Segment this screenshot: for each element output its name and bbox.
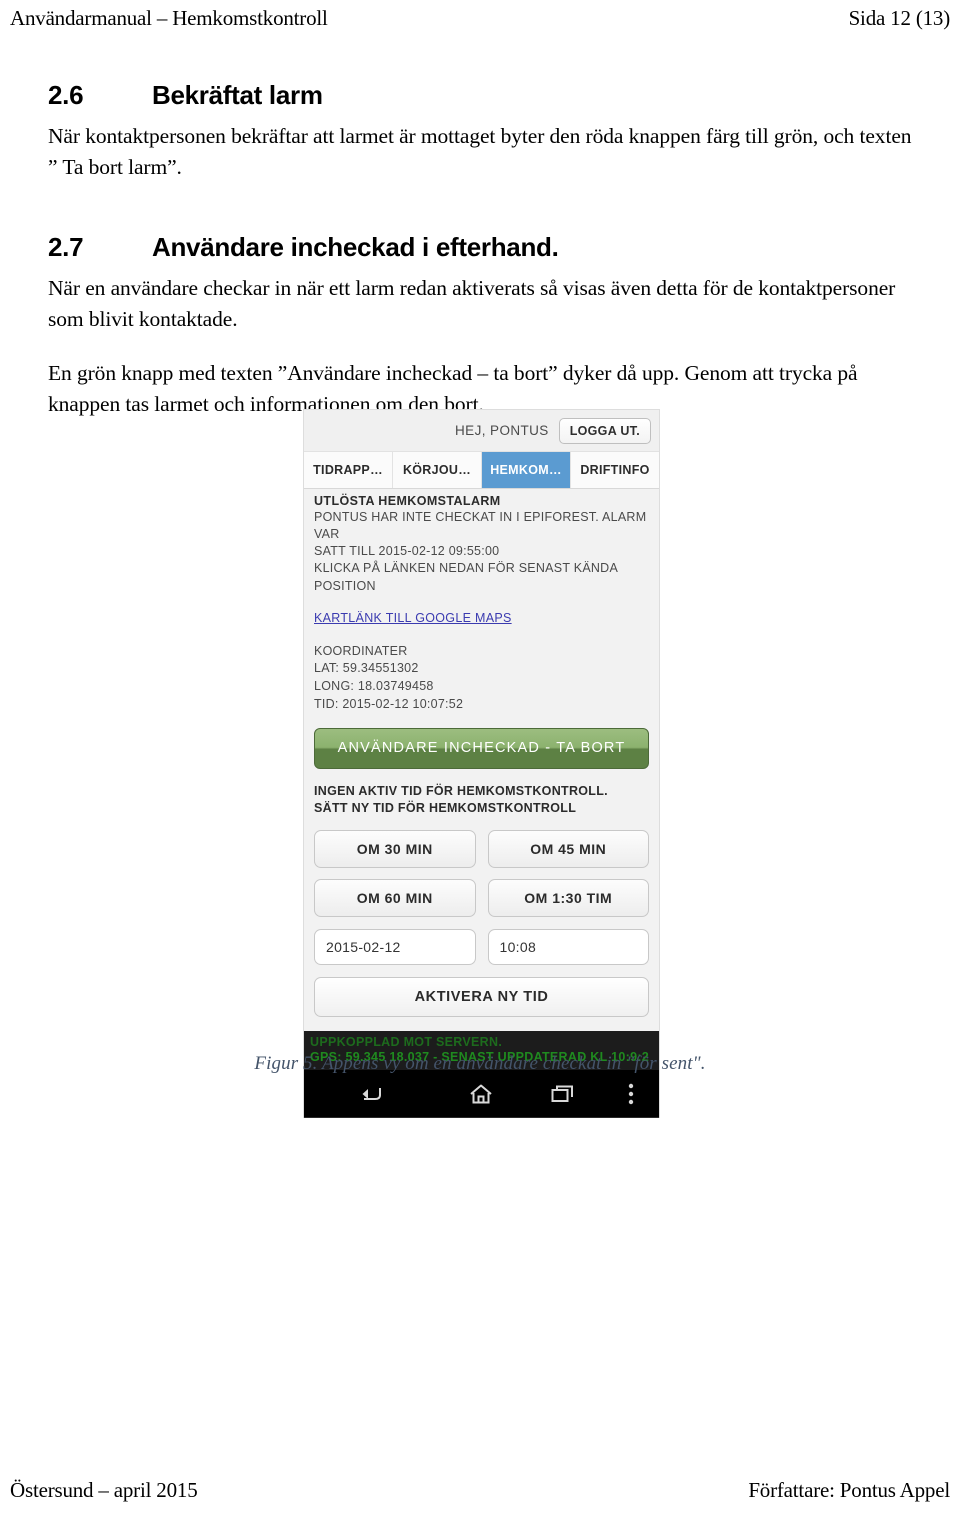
- header-page-number: Sida 12 (13): [848, 6, 951, 30]
- overflow-menu-icon: [628, 1083, 634, 1105]
- preset-90-min-button[interactable]: OM 1:30 TIM: [487, 878, 649, 917]
- footer-place-date: Östersund – april 2015: [10, 1478, 198, 1502]
- coordinates-block: KOORDINATER LAT: 59.34551302 LONG: 18.03…: [314, 643, 649, 714]
- nav-home-button[interactable]: [439, 1083, 524, 1105]
- app-screenshot: HEJ, PONTUS LOGGA UT. TIDRAPP… KÖRJOU… H…: [303, 409, 660, 1119]
- home-icon: [469, 1083, 493, 1105]
- content-bottom-spacer: [314, 1017, 649, 1031]
- preset-30-min-button[interactable]: OM 30 MIN: [314, 829, 476, 868]
- google-maps-link[interactable]: KARTLÄNK TILL GOOGLE MAPS: [314, 611, 512, 625]
- tab-tidrapportering[interactable]: TIDRAPP…: [304, 452, 393, 488]
- section-number: 2.7: [48, 232, 84, 263]
- coordinates-title: KOORDINATER: [314, 643, 408, 658]
- tab-hemkomstkontroll[interactable]: HEMKOM…: [482, 452, 571, 488]
- document-body: 2.6 Bekräftat larm När kontaktpersonen b…: [48, 80, 918, 427]
- no-active-time-notice: INGEN AKTIV TID FÖR HEMKOMSTKONTROLL. SÄ…: [314, 783, 649, 818]
- coordinate-timestamp: TID: 2015-02-12 10:07:52: [314, 696, 464, 711]
- app-content: UTLÖSTA HEMKOMSTALARM PONTUS HAR INTE CH…: [304, 489, 659, 1031]
- back-icon: [358, 1084, 384, 1104]
- document-footer: Östersund – april 2015 Författare: Pontu…: [10, 1478, 950, 1503]
- section-heading-2-7: 2.7 Användare incheckad i efterhand.: [48, 232, 918, 263]
- alarm-text-line-3: KLICKA PÅ LÄNKEN NEDAN FÖR SENAST KÄNDA …: [314, 561, 618, 593]
- section-2-7-paragraph-1: När en användare checkar in när ett larm…: [48, 276, 896, 331]
- nav-back-button[interactable]: [304, 1084, 439, 1104]
- preset-60-min-button[interactable]: OM 60 MIN: [314, 878, 476, 917]
- greeting-label: HEJ, PONTUS: [455, 423, 549, 438]
- tab-korjournal[interactable]: KÖRJOU…: [393, 452, 482, 488]
- section-number: 2.6: [48, 80, 84, 110]
- alarm-section-title: UTLÖSTA HEMKOMSTALARM: [314, 494, 501, 508]
- notice-line-1: INGEN AKTIV TID FÖR HEMKOMSTKONTROLL.: [314, 783, 608, 798]
- android-nav-bar: [304, 1070, 659, 1119]
- section-2-6-paragraph-1: När kontaktpersonen bekräftar att larmet…: [48, 124, 912, 179]
- activate-new-time-button[interactable]: AKTIVERA NY TID: [314, 976, 649, 1017]
- figure-screenshot: HEJ, PONTUS LOGGA UT. TIDRAPP… KÖRJOU… H…: [303, 409, 660, 1119]
- logout-button[interactable]: LOGGA UT.: [558, 417, 651, 444]
- section-title: Bekräftat larm: [152, 80, 323, 110]
- notice-line-2: SÄTT NY TID FÖR HEMKOMSTKONTROLL: [314, 801, 577, 816]
- nav-recent-apps-button[interactable]: [524, 1084, 602, 1104]
- document-header: Användarmanual – Hemkomstkontroll Sida 1…: [10, 6, 950, 31]
- remove-checkin-button[interactable]: ANVÄNDARE INCHECKAD - TA BORT: [314, 727, 649, 769]
- coordinate-latitude: LAT: 59.34551302: [314, 661, 419, 676]
- section-title: Användare incheckad i efterhand.: [152, 232, 559, 263]
- tab-driftinfo[interactable]: DRIFTINFO: [571, 452, 659, 488]
- nav-overflow-button[interactable]: [602, 1083, 659, 1105]
- app-top-bar: HEJ, PONTUS LOGGA UT.: [304, 410, 659, 452]
- datetime-field-row: 2015-02-12 10:08: [314, 928, 649, 965]
- time-input[interactable]: 10:08: [487, 928, 649, 965]
- header-title: Användarmanual – Hemkomstkontroll: [10, 6, 328, 30]
- figure-caption: Figur 5. Appens vy om en användare check…: [254, 1053, 706, 1074]
- document-page: Användarmanual – Hemkomstkontroll Sida 1…: [0, 0, 960, 1519]
- section-heading-2-6: 2.6 Bekräftat larm: [48, 80, 918, 111]
- date-input[interactable]: 2015-02-12: [314, 928, 476, 965]
- coordinate-longitude: LONG: 18.03749458: [314, 679, 434, 694]
- footer-author: Författare: Pontus Appel: [748, 1478, 950, 1502]
- alarm-text-line-2: SATT TILL 2015-02-12 09:55:00: [314, 544, 500, 559]
- alarm-text-line-1: PONTUS HAR INTE CHECKAT IN I EPIFOREST. …: [314, 510, 647, 542]
- time-preset-grid: OM 30 MIN OM 45 MIN OM 60 MIN OM 1:30 TI…: [314, 829, 649, 917]
- recent-apps-icon: [551, 1084, 575, 1104]
- status-connection-line: UPPKOPPLAD MOT SERVERN.: [310, 1034, 503, 1049]
- tab-bar: TIDRAPP… KÖRJOU… HEMKOM… DRIFTINFO: [304, 452, 659, 489]
- preset-45-min-button[interactable]: OM 45 MIN: [487, 829, 649, 868]
